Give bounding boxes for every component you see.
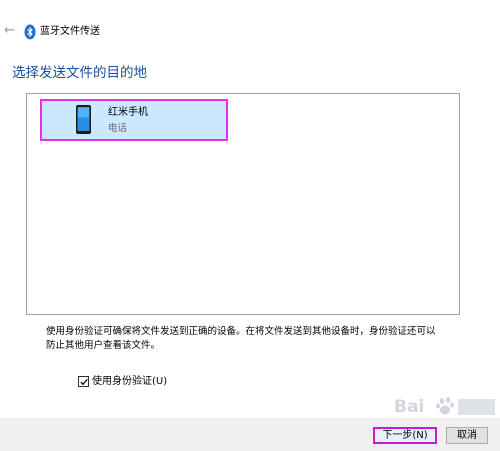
auth-info-line-1: 使用身份验证可确保将文件发送到正确的设备。在将文件发送到其他设备时，身份验证还可… [46,326,436,337]
page-heading: 选择发送文件的目的地 [12,65,147,81]
title-bar: ← 蓝牙文件传送 [0,22,500,44]
device-item-redmi[interactable]: 红米手机 电话 [40,99,228,141]
cancel-button[interactable]: 取消 [446,427,488,444]
bluetooth-icon [24,24,36,40]
auth-checkbox-label: 使用身份验证(U) [92,376,168,387]
next-button[interactable]: 下一步(N) [373,427,437,444]
checkmark-icon [80,378,88,386]
auth-checkbox[interactable] [78,376,89,387]
svg-text:Bai: Bai [394,397,424,417]
baidu-watermark: Bai [394,397,495,417]
auth-info-line-2: 防止其他用户查看该文件。 [46,340,161,351]
auth-info-text: 使用身份验证可确保将文件发送到正确的设备。在将文件发送到其他设备时，身份验证还可… [46,325,446,353]
device-list[interactable]: 红米手机 电话 [26,93,460,315]
window-title: 蓝牙文件传送 [40,26,100,37]
device-type: 电话 [108,123,128,134]
phone-icon [76,105,91,134]
arrow-left-icon[interactable]: ← [4,24,18,38]
device-name: 红米手机 [108,107,148,118]
footer-bar: 下一步(N) 取消 [0,418,500,451]
